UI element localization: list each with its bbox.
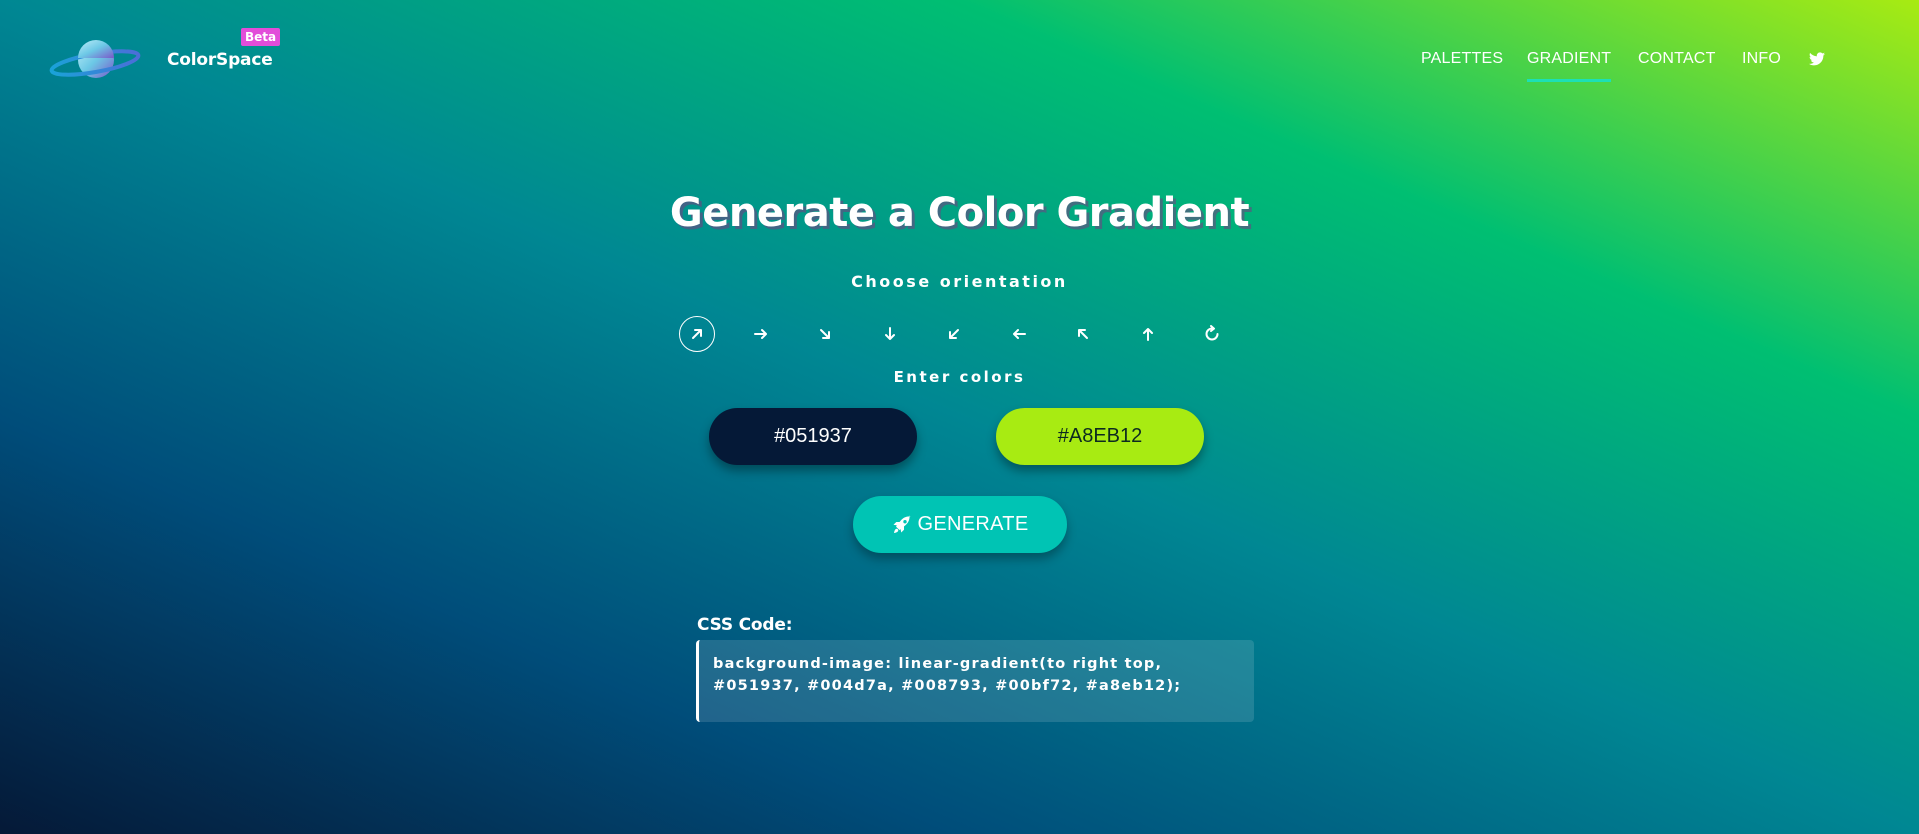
nav-info[interactable]: INFO bbox=[1742, 50, 1781, 68]
orient-to-right-button[interactable] bbox=[743, 316, 779, 352]
css-code-heading: CSS Code: bbox=[697, 615, 793, 635]
arrow-up-left-icon bbox=[1078, 329, 1088, 339]
orient-to-left-bottom-button[interactable] bbox=[936, 316, 972, 352]
nav-contact[interactable]: CONTACT bbox=[1638, 50, 1716, 68]
logo-planet-icon[interactable] bbox=[48, 38, 142, 84]
brand-name[interactable]: ColorSpace bbox=[167, 50, 273, 70]
orient-to-left-top-button[interactable] bbox=[1065, 316, 1101, 352]
color-1-input[interactable] bbox=[709, 408, 917, 465]
orientation-label: Choose orientation bbox=[851, 272, 1068, 291]
nav-palettes[interactable]: PALETTES bbox=[1421, 50, 1503, 68]
arrow-down-right-icon bbox=[820, 329, 830, 339]
orient-radial-button[interactable] bbox=[1194, 316, 1230, 352]
arrow-down-icon bbox=[885, 327, 895, 340]
arrow-down-left-icon bbox=[949, 329, 959, 339]
page-title: Generate a Color Gradient bbox=[669, 190, 1250, 236]
orient-to-top-button[interactable] bbox=[1130, 316, 1166, 352]
generate-label: GENERATE bbox=[917, 513, 1029, 535]
arrow-up-icon bbox=[1143, 328, 1153, 341]
css-code-text[interactable]: background-image: linear-gradient(to rig… bbox=[713, 653, 1240, 697]
rocket-icon bbox=[893, 515, 911, 533]
beta-badge: Beta bbox=[241, 28, 281, 46]
orientation-selector bbox=[678, 316, 1238, 354]
orient-to-right-top-button[interactable] bbox=[679, 316, 715, 352]
color-2-input[interactable] bbox=[996, 408, 1204, 465]
colors-label: Enter colors bbox=[893, 368, 1026, 386]
arrow-left-icon bbox=[1013, 329, 1026, 339]
arrow-up-right-icon bbox=[692, 329, 702, 339]
twitter-icon[interactable] bbox=[1809, 52, 1825, 66]
generate-button[interactable]: GENERATE bbox=[853, 496, 1067, 553]
css-code-box[interactable]: background-image: linear-gradient(to rig… bbox=[696, 640, 1254, 722]
nav-gradient[interactable]: GRADIENT bbox=[1527, 50, 1612, 82]
radial-refresh-icon bbox=[1205, 325, 1219, 341]
arrow-right-icon bbox=[754, 329, 767, 339]
orient-to-right-bottom-button[interactable] bbox=[807, 316, 843, 352]
orient-to-bottom-button[interactable] bbox=[872, 316, 908, 352]
orient-to-left-button[interactable] bbox=[1001, 316, 1037, 352]
